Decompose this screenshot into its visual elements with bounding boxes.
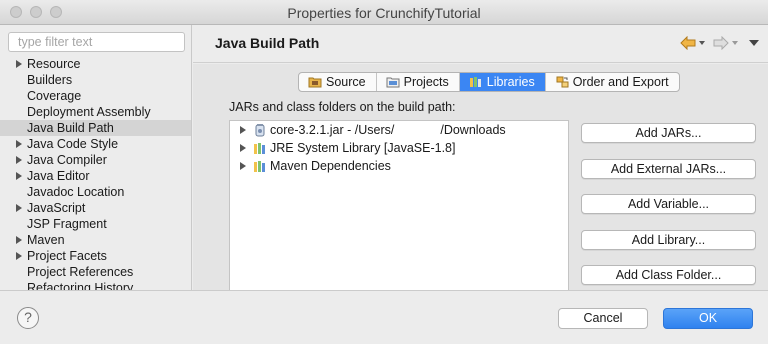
page-title: Java Build Path [215, 35, 320, 51]
tree-item-label: Java Compiler [27, 153, 107, 167]
expand-arrow-icon[interactable] [240, 144, 246, 152]
tree-item-project-references[interactable]: Project References [0, 264, 191, 280]
add-jars-button[interactable]: Add JARs... [581, 123, 756, 143]
source-folder-icon [308, 77, 322, 88]
tree-item-label: Java Build Path [27, 121, 114, 135]
tree-item-label: Maven [27, 233, 65, 247]
tree-item-jsp-fragment[interactable]: JSP Fragment [0, 216, 191, 232]
entry-label: core-3.2.1.jar - /Users/ [270, 123, 395, 137]
expand-arrow-icon[interactable] [16, 236, 22, 244]
tab-label: Projects [403, 75, 449, 89]
window-title: Properties for CrunchifyTutorial [287, 5, 481, 21]
add-library-button[interactable]: Add Library... [581, 230, 756, 250]
entry-label: JRE System Library [JavaSE-1.8] [270, 141, 456, 155]
tree-item-project-facets[interactable]: Project Facets [0, 248, 191, 264]
expand-arrow-icon[interactable] [16, 60, 22, 68]
libraries-icon [469, 77, 481, 87]
forward-button[interactable] [713, 35, 739, 51]
tree-item-java-editor[interactable]: Java Editor [0, 168, 191, 184]
help-button[interactable]: ? [17, 307, 39, 329]
cancel-button[interactable]: Cancel [558, 308, 648, 329]
chevron-down-icon [749, 40, 759, 46]
tree-item-resource[interactable]: Resource [0, 56, 191, 72]
view-menu-button[interactable] [748, 36, 760, 50]
tab-label: Libraries [486, 75, 535, 89]
tree-item-coverage[interactable]: Coverage [0, 88, 191, 104]
tree-item-label: Refactoring History [27, 281, 134, 290]
tree-item-label: JavaScript [27, 201, 86, 215]
entry-label: Maven Dependencies [270, 159, 391, 173]
add-class-folder-button[interactable]: Add Class Folder... [581, 265, 756, 285]
forward-arrow-icon [713, 35, 738, 51]
tree-item-deployment-assembly[interactable]: Deployment Assembly [0, 104, 191, 120]
library-icon [254, 161, 265, 172]
tree-item-javadoc-location[interactable]: Javadoc Location [0, 184, 191, 200]
list-item-core-jar[interactable]: core-3.2.1.jar - /Users/ /Downloads [230, 121, 568, 139]
tree-item-java-code-style[interactable]: Java Code Style [0, 136, 191, 152]
property-tree: Resource Builders Coverage Deployment As… [0, 56, 191, 290]
tree-item-label: Project References [27, 265, 134, 279]
tree-item-java-build-path[interactable]: Java Build Path [0, 120, 191, 136]
expand-arrow-icon[interactable] [16, 172, 22, 180]
filter-input[interactable] [8, 32, 185, 52]
classpath-entries-list[interactable]: core-3.2.1.jar - /Users/ /Downloads JRE S… [229, 120, 569, 290]
tree-item-label: Java Code Style [27, 137, 119, 151]
projects-folder-icon [386, 77, 400, 88]
list-item-maven-dependencies[interactable]: Maven Dependencies [230, 157, 568, 175]
tab-label: Source [326, 75, 366, 89]
expand-arrow-icon[interactable] [240, 126, 246, 134]
tree-item-builders[interactable]: Builders [0, 72, 191, 88]
page-header: Java Build Path [193, 25, 768, 63]
sidebar: Resource Builders Coverage Deployment As… [0, 25, 192, 290]
tree-item-label: Resource [27, 57, 81, 71]
tree-item-refactoring-history[interactable]: Refactoring History [0, 280, 191, 290]
expand-arrow-icon[interactable] [16, 204, 22, 212]
tree-item-label: Deployment Assembly [27, 105, 151, 119]
tab-libraries[interactable]: Libraries [459, 73, 546, 91]
tree-item-java-compiler[interactable]: Java Compiler [0, 152, 191, 168]
tree-item-label: Java Editor [27, 169, 90, 183]
section-label: JARs and class folders on the build path… [229, 100, 456, 114]
tree-item-label: Javadoc Location [27, 185, 125, 199]
expand-arrow-icon[interactable] [240, 162, 246, 170]
tree-item-label: Coverage [27, 89, 82, 103]
tree-item-maven[interactable]: Maven [0, 232, 191, 248]
tab-source[interactable]: Source [299, 73, 377, 91]
add-variable-button[interactable]: Add Variable... [581, 194, 756, 214]
list-item-jre-system-library[interactable]: JRE System Library [JavaSE-1.8] [230, 139, 568, 157]
jar-icon [255, 124, 265, 137]
tree-item-label: Builders [27, 73, 73, 87]
main-panel: Java Build Path Source Projects Librarie… [193, 25, 768, 290]
ok-button[interactable]: OK [663, 308, 753, 329]
tab-order-and-export[interactable]: Order and Export [546, 73, 679, 91]
tab-projects[interactable]: Projects [377, 73, 460, 91]
tree-item-label: Project Facets [27, 249, 107, 263]
expand-arrow-icon[interactable] [16, 156, 22, 164]
tree-item-javascript[interactable]: JavaScript [0, 200, 191, 216]
tab-label: Order and Export [572, 75, 669, 89]
dialog-footer: ? Cancel OK [0, 290, 768, 344]
library-icon [254, 143, 265, 154]
expand-arrow-icon[interactable] [16, 252, 22, 260]
entry-label-suffix: /Downloads [440, 123, 506, 137]
expand-arrow-icon[interactable] [16, 140, 22, 148]
order-export-icon [556, 76, 569, 88]
build-path-content: Source Projects Libraries Order and Expo… [193, 64, 768, 290]
back-arrow-icon [680, 35, 705, 51]
tree-item-label: JSP Fragment [27, 217, 107, 231]
add-external-jars-button[interactable]: Add External JARs... [581, 159, 756, 179]
back-button[interactable] [680, 35, 706, 51]
title-bar: Properties for CrunchifyTutorial [0, 0, 768, 25]
tab-bar: Source Projects Libraries Order and Expo… [298, 72, 680, 92]
